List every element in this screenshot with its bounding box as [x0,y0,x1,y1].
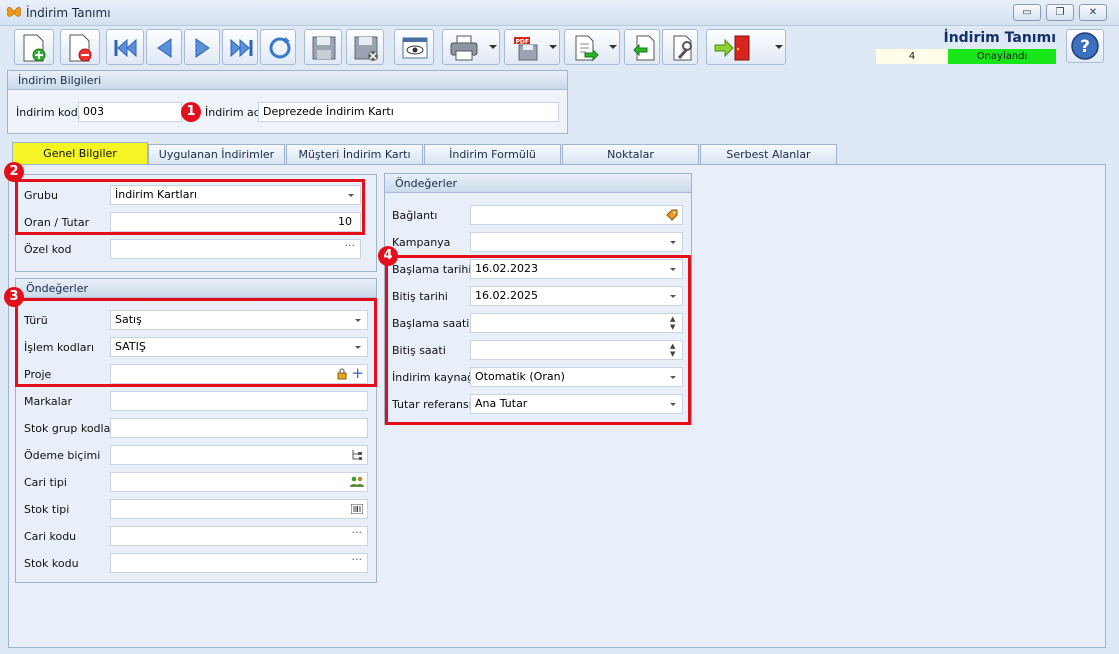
odeme-bicimi-label: Ödeme biçimi [24,449,101,462]
print-dropdown-icon[interactable] [489,45,497,49]
kampanya-label: Kampanya [392,236,451,249]
baglanti-field[interactable] [470,205,683,225]
highlight-box-3 [15,298,377,387]
highlight-box-4 [385,255,691,425]
tab-serbest-alanlar[interactable]: Serbest Alanlar [700,144,837,164]
arrow-left-icon [157,38,172,58]
skip-first-icon [114,38,137,58]
import-button[interactable] [624,29,660,65]
help-button[interactable]: ? [1066,29,1104,63]
save-button[interactable] [304,29,342,65]
eye-preview-icon [402,37,428,59]
stok-grup-kodlari-field[interactable] [110,418,368,438]
new-document-icon [23,34,46,62]
save-cancel-icon [354,36,378,61]
cari-kodu-field[interactable]: ··· [110,526,368,546]
tab-musteri-indirim-karti[interactable]: Müşteri İndirim Kartı [286,144,423,164]
indirim-kodu-field[interactable]: 003 [78,102,182,122]
svg-text:PDF: PDF [516,38,529,45]
tab-noktalar[interactable]: Noktalar [562,144,699,164]
refresh-button[interactable] [260,29,296,65]
indirim-kodu-label: İndirim kodu [16,106,85,119]
stok-tipi-label: Stok tipi [24,503,70,516]
ellipsis-icon[interactable]: ··· [352,527,363,542]
restore-button[interactable]: ❐ [1046,4,1074,21]
pdf-export-button[interactable]: PDF [504,29,560,65]
import-document-icon [633,35,655,61]
title-bar: İndirim Tanımı ▭ ❐ ✕ [0,0,1119,26]
wrench-icon [673,35,692,61]
cari-kodu-label: Cari kodu [24,530,77,543]
delete-record-button[interactable] [60,29,100,65]
indirim-bilgileri-title: İndirim Bilgileri [8,71,567,90]
svg-text:?: ? [1080,37,1090,57]
document-title: İndirim Tanımı [943,30,1056,46]
indirim-adi-field[interactable]: Deprezede İndirim Kartı [258,102,559,122]
status-badge: Onaylandı [948,49,1056,64]
ellipsis-icon[interactable]: ··· [345,240,356,255]
arrow-right-icon [195,38,210,58]
indirim-adi-label: İndirim adı [205,106,264,119]
ondegerler-left-title: Öndeğerler [16,279,376,298]
stok-kodu-label: Stok kodu [24,557,79,570]
stok-grup-kodlari-label: Stok grup kodları [24,422,118,435]
preview-button[interactable] [394,29,434,65]
ellipsis-icon[interactable]: ··· [352,554,363,569]
skip-last-icon [230,38,253,58]
annotation-marker-4: 4 [378,246,398,266]
window-title: İndirim Tanımı [26,6,111,20]
kampanya-select[interactable] [470,232,683,252]
tab-genel-bilgiler[interactable]: Genel Bilgiler [12,142,148,165]
exit-door-icon [714,35,750,61]
annotation-marker-3: 3 [4,287,24,307]
new-record-button[interactable] [14,29,54,65]
export-dropdown-icon[interactable] [609,45,617,49]
cari-tipi-field[interactable] [110,472,368,492]
previous-record-button[interactable] [146,29,182,65]
markalar-field[interactable] [110,391,368,411]
baglanti-label: Bağlantı [392,209,438,222]
odeme-bicimi-field[interactable] [110,445,368,465]
users-icon[interactable] [350,476,364,488]
save-close-button[interactable] [346,29,384,65]
annotation-marker-1: 1 [181,102,201,122]
pdf-icon: PDF [514,37,538,61]
ozel-kod-label: Özel kod [24,243,72,256]
record-count: 4 [876,49,948,64]
close-button[interactable]: ✕ [1079,4,1107,21]
next-record-button[interactable] [184,29,220,65]
print-button[interactable] [442,29,500,65]
ondegerler-right-title: Öndeğerler [385,174,691,193]
help-icon: ? [1071,32,1099,60]
markalar-label: Markalar [24,395,72,408]
printer-icon [450,35,478,61]
butterfly-icon [7,7,21,17]
delete-document-icon [69,34,92,62]
barcode-icon[interactable] [351,504,363,514]
tab-indirim-formulu[interactable]: İndirim Formülü [424,144,561,164]
pdf-dropdown-icon[interactable] [549,45,557,49]
stok-tipi-field[interactable] [110,499,368,519]
highlight-box-2 [15,179,365,235]
export-document-icon [575,35,599,62]
cari-tipi-label: Cari tipi [24,476,67,489]
exit-dropdown-icon[interactable] [775,45,783,49]
tree-icon[interactable] [351,449,363,461]
stok-kodu-field[interactable]: ··· [110,553,368,573]
save-disk-icon [312,36,336,60]
first-record-button[interactable] [106,29,144,65]
export-button[interactable] [564,29,620,65]
exit-button[interactable] [706,29,786,65]
settings-button[interactable] [662,29,698,65]
last-record-button[interactable] [222,29,258,65]
tab-bar: Genel Bilgiler Uygulanan İndirimler Müşt… [8,142,1108,165]
tab-uygulanan-indirimler[interactable]: Uygulanan İndirimler [148,144,285,164]
annotation-marker-2: 2 [4,162,24,182]
ozel-kod-field[interactable]: ··· [110,239,361,259]
chevron-down-icon[interactable] [670,241,676,244]
refresh-icon [269,37,291,59]
tag-icon[interactable] [666,209,678,221]
minimize-button[interactable]: ▭ [1013,4,1041,21]
